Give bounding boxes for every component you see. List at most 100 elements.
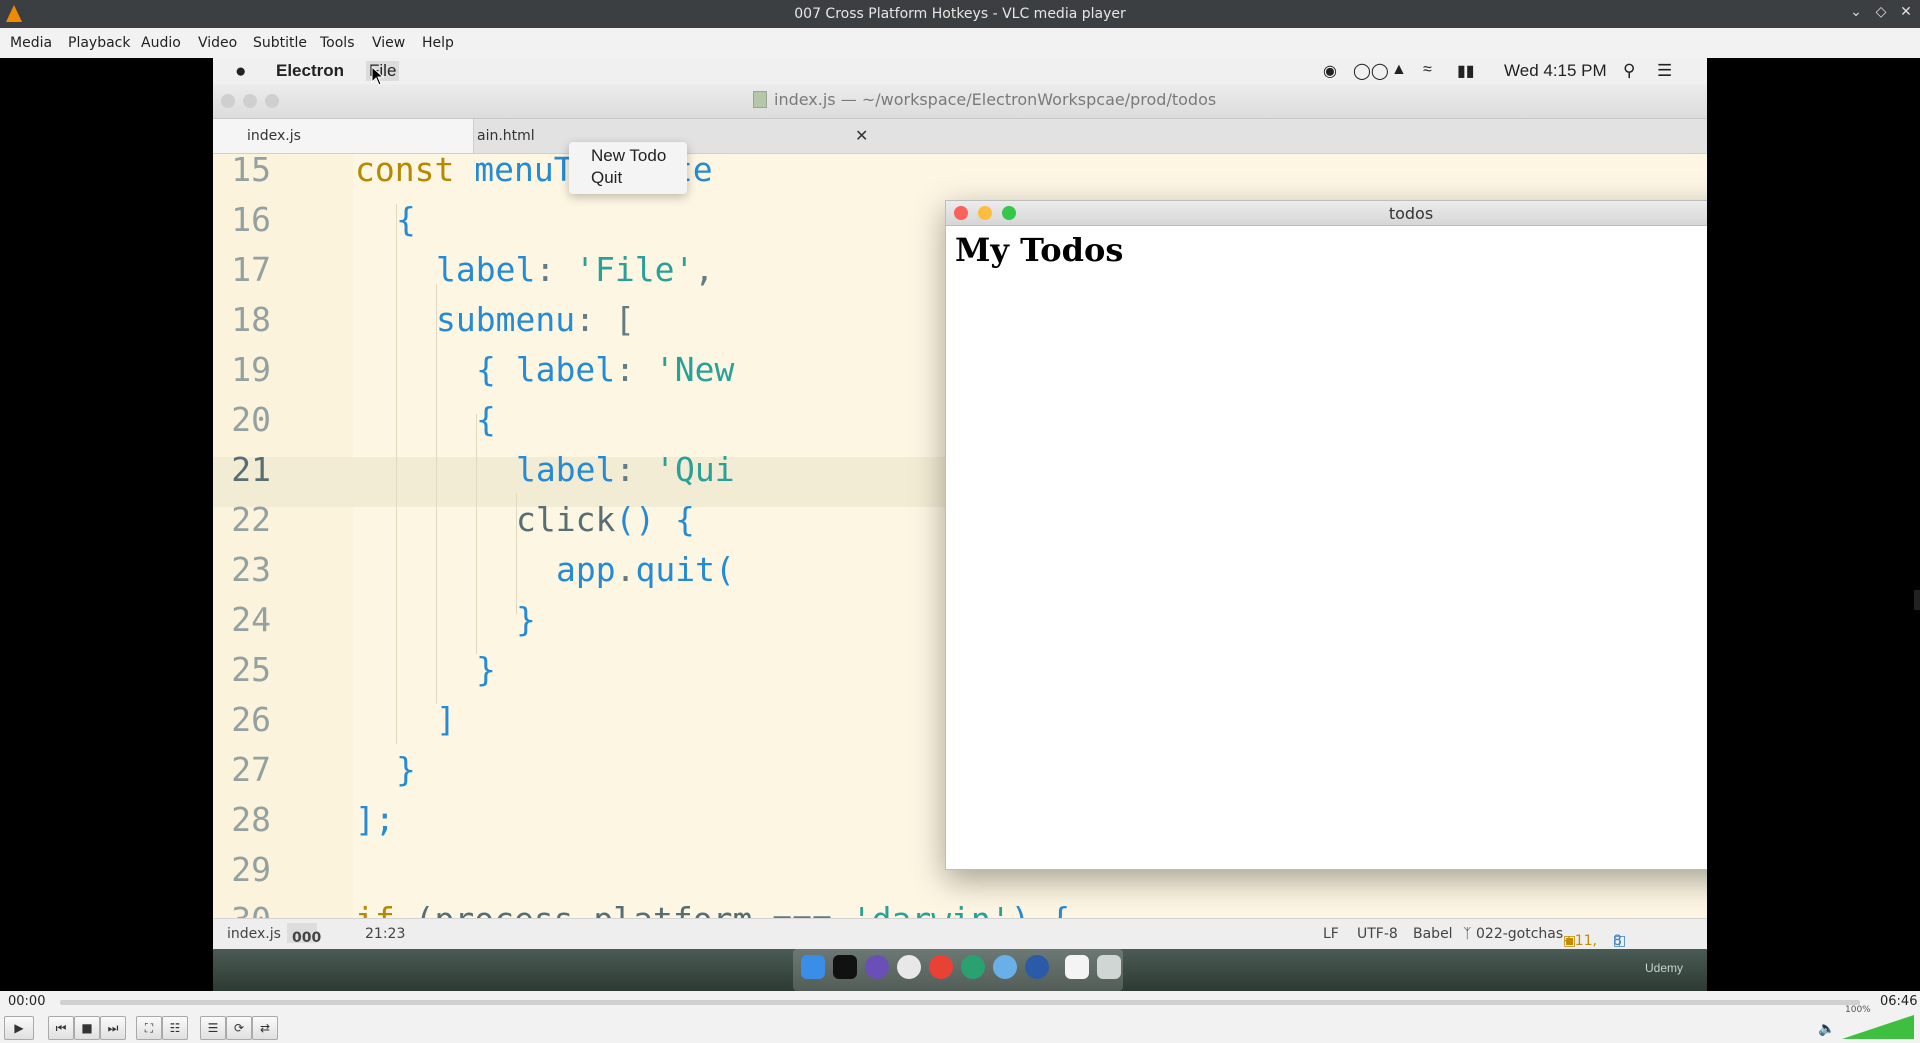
menu-media[interactable]: Media xyxy=(10,35,52,51)
code-line-20: { xyxy=(476,400,496,439)
fullscreen-button[interactable]: ⛶ xyxy=(136,1016,162,1040)
code-line-24: } xyxy=(516,600,536,639)
shuffle-button[interactable]: ⇄ xyxy=(252,1016,278,1040)
playlist-button[interactable]: ☰ xyxy=(200,1016,226,1040)
extended-settings-button[interactable]: ☷ xyxy=(162,1016,188,1040)
seek-slider[interactable] xyxy=(60,1000,1860,1005)
video-area[interactable]: ● Electron File ◉ ◯◯ ▲ ≈ ▮▮ Wed 4:15 PM … xyxy=(213,58,1707,991)
tab-bar: index.js ain.html ✕ xyxy=(213,119,1707,154)
line-number: 28 xyxy=(231,800,271,839)
globe-app-icon[interactable] xyxy=(961,955,985,979)
stop-button[interactable]: ■ xyxy=(74,1016,100,1040)
finder-icon[interactable] xyxy=(801,955,825,979)
line-number: 25 xyxy=(231,650,271,689)
file-menu-dropdown: New Todo Quit xyxy=(569,142,687,194)
todos-window-title: todos xyxy=(1388,204,1434,223)
speaker-icon[interactable]: 🔈 xyxy=(1818,1021,1835,1037)
chrome-icon[interactable] xyxy=(929,955,953,979)
trash-icon[interactable] xyxy=(1097,955,1121,979)
indent-guide xyxy=(396,204,397,744)
apple-icon[interactable]: ● xyxy=(235,61,246,83)
notification-list-icon[interactable]: ☰ xyxy=(1657,61,1672,81)
line-number: 19 xyxy=(231,350,271,389)
line-number: 26 xyxy=(231,700,271,739)
tab-label: ain.html xyxy=(477,128,535,144)
loop-button[interactable]: ⟳ xyxy=(226,1016,252,1040)
spotlight-search-icon[interactable]: ⚲ xyxy=(1623,61,1635,81)
line-number: 29 xyxy=(231,850,271,889)
line-number: 22 xyxy=(231,500,271,539)
tab-close-icon[interactable]: ✕ xyxy=(855,119,868,153)
menu-view[interactable]: View xyxy=(372,35,405,51)
line-number: 15 xyxy=(231,154,271,189)
menu-playback[interactable]: Playback xyxy=(68,35,130,51)
status-file[interactable]: index.js xyxy=(227,926,281,942)
smile-app-icon[interactable] xyxy=(897,955,921,979)
code-line-22: click() { xyxy=(516,500,695,539)
status-encoding[interactable]: UTF-8 xyxy=(1357,926,1398,942)
time-total: 06:46 xyxy=(1880,994,1918,1009)
indent-guide xyxy=(476,414,477,654)
status-bar: index.js 0 0 0 21:23 LF UTF-8 Babel ᛉ 02… xyxy=(213,918,1707,965)
code-line-27: } xyxy=(396,750,416,789)
minimize-icon[interactable]: ⌄ xyxy=(1846,4,1866,20)
code-line-18: submenu: [ xyxy=(436,300,635,339)
mac-menubar: ● Electron File ◉ ◯◯ ▲ ≈ ▮▮ Wed 4:15 PM … xyxy=(213,58,1707,84)
status-cursor-position[interactable]: 21:23 xyxy=(365,926,405,942)
code-line-28: ]; xyxy=(355,800,395,839)
time-elapsed: 00:00 xyxy=(8,994,46,1009)
volume-slider[interactable] xyxy=(1842,1015,1914,1039)
close-button[interactable] xyxy=(221,94,235,108)
vlc-titlebar: 007 Cross Platform Hotkeys - VLC media p… xyxy=(0,0,1920,28)
menu-subtitle[interactable]: Subtitle xyxy=(253,35,307,51)
glasses-icon[interactable]: ◯◯ xyxy=(1353,61,1389,81)
status-line-ending[interactable]: LF xyxy=(1323,926,1339,942)
safari-icon[interactable] xyxy=(993,955,1017,979)
code-line-17: label: 'File', xyxy=(436,250,715,289)
menu-app-name[interactable]: Electron xyxy=(276,61,344,81)
zoom-button[interactable] xyxy=(265,94,279,108)
udemy-watermark: Udemy xyxy=(1645,961,1684,975)
atom-window-title: index.js — ~/workspace/ElectronWorkspcae… xyxy=(774,90,1217,109)
status-lint-badge[interactable]: 0 0 0 xyxy=(287,923,321,946)
airplay-icon[interactable]: ▲ xyxy=(1391,61,1407,79)
menu-help[interactable]: Help xyxy=(422,35,454,51)
file-icon xyxy=(753,91,767,108)
branch-icon: ᛉ xyxy=(1463,926,1472,942)
status-grammar[interactable]: Babel xyxy=(1413,926,1453,942)
menu-video[interactable]: Video xyxy=(198,35,237,51)
code-line-19: { label: 'New xyxy=(476,350,735,389)
play-button[interactable]: ▶ xyxy=(4,1016,34,1040)
atom-app-icon[interactable] xyxy=(865,955,889,979)
minimize-button[interactable] xyxy=(243,94,257,108)
terminal-icon[interactable] xyxy=(833,955,857,979)
menu-item-new-todo[interactable]: New Todo xyxy=(591,146,666,166)
tab-index-js[interactable]: index.js xyxy=(213,119,474,153)
menu-item-quit[interactable]: Quit xyxy=(591,168,622,188)
line-number: 16 xyxy=(231,200,271,239)
todos-heading: My Todos xyxy=(955,231,1124,269)
battery-icon[interactable]: ▮▮ xyxy=(1457,61,1475,81)
documents-icon[interactable] xyxy=(1065,955,1089,979)
indent-guide xyxy=(436,284,437,704)
code-line-26: ] xyxy=(436,700,456,739)
line-number: 24 xyxy=(231,600,271,639)
quicktime-icon[interactable] xyxy=(1025,955,1049,979)
wifi-icon[interactable]: ≈ xyxy=(1423,61,1432,79)
todos-window[interactable]: todos My Todos xyxy=(945,200,1707,870)
status-branch[interactable]: 022-gotchas xyxy=(1476,926,1563,942)
vlc-controls: 00:00 06:46 ▶ ⏮ ■ ⏭ ⛶ ☷ ☰ ⟳ ⇄ 🔈 100% xyxy=(0,991,1920,1043)
previous-button[interactable]: ⏮ xyxy=(48,1016,74,1040)
record-icon[interactable]: ◉ xyxy=(1323,61,1337,81)
menu-audio[interactable]: Audio xyxy=(141,35,181,51)
maximize-icon[interactable]: ◇ xyxy=(1871,4,1891,20)
clock[interactable]: Wed 4:15 PM xyxy=(1504,61,1607,81)
line-number: 17 xyxy=(231,250,271,289)
vlc-menubar: Media Playback Audio Video Subtitle Tool… xyxy=(0,28,1920,58)
next-button[interactable]: ⏭ xyxy=(100,1016,126,1040)
close-icon[interactable]: ✕ xyxy=(1896,4,1916,20)
menu-tools[interactable]: Tools xyxy=(320,35,355,51)
line-number-current: 21 xyxy=(231,450,271,489)
code-line-23: app.quit( xyxy=(556,550,735,589)
resize-handle[interactable] xyxy=(1914,590,1920,610)
